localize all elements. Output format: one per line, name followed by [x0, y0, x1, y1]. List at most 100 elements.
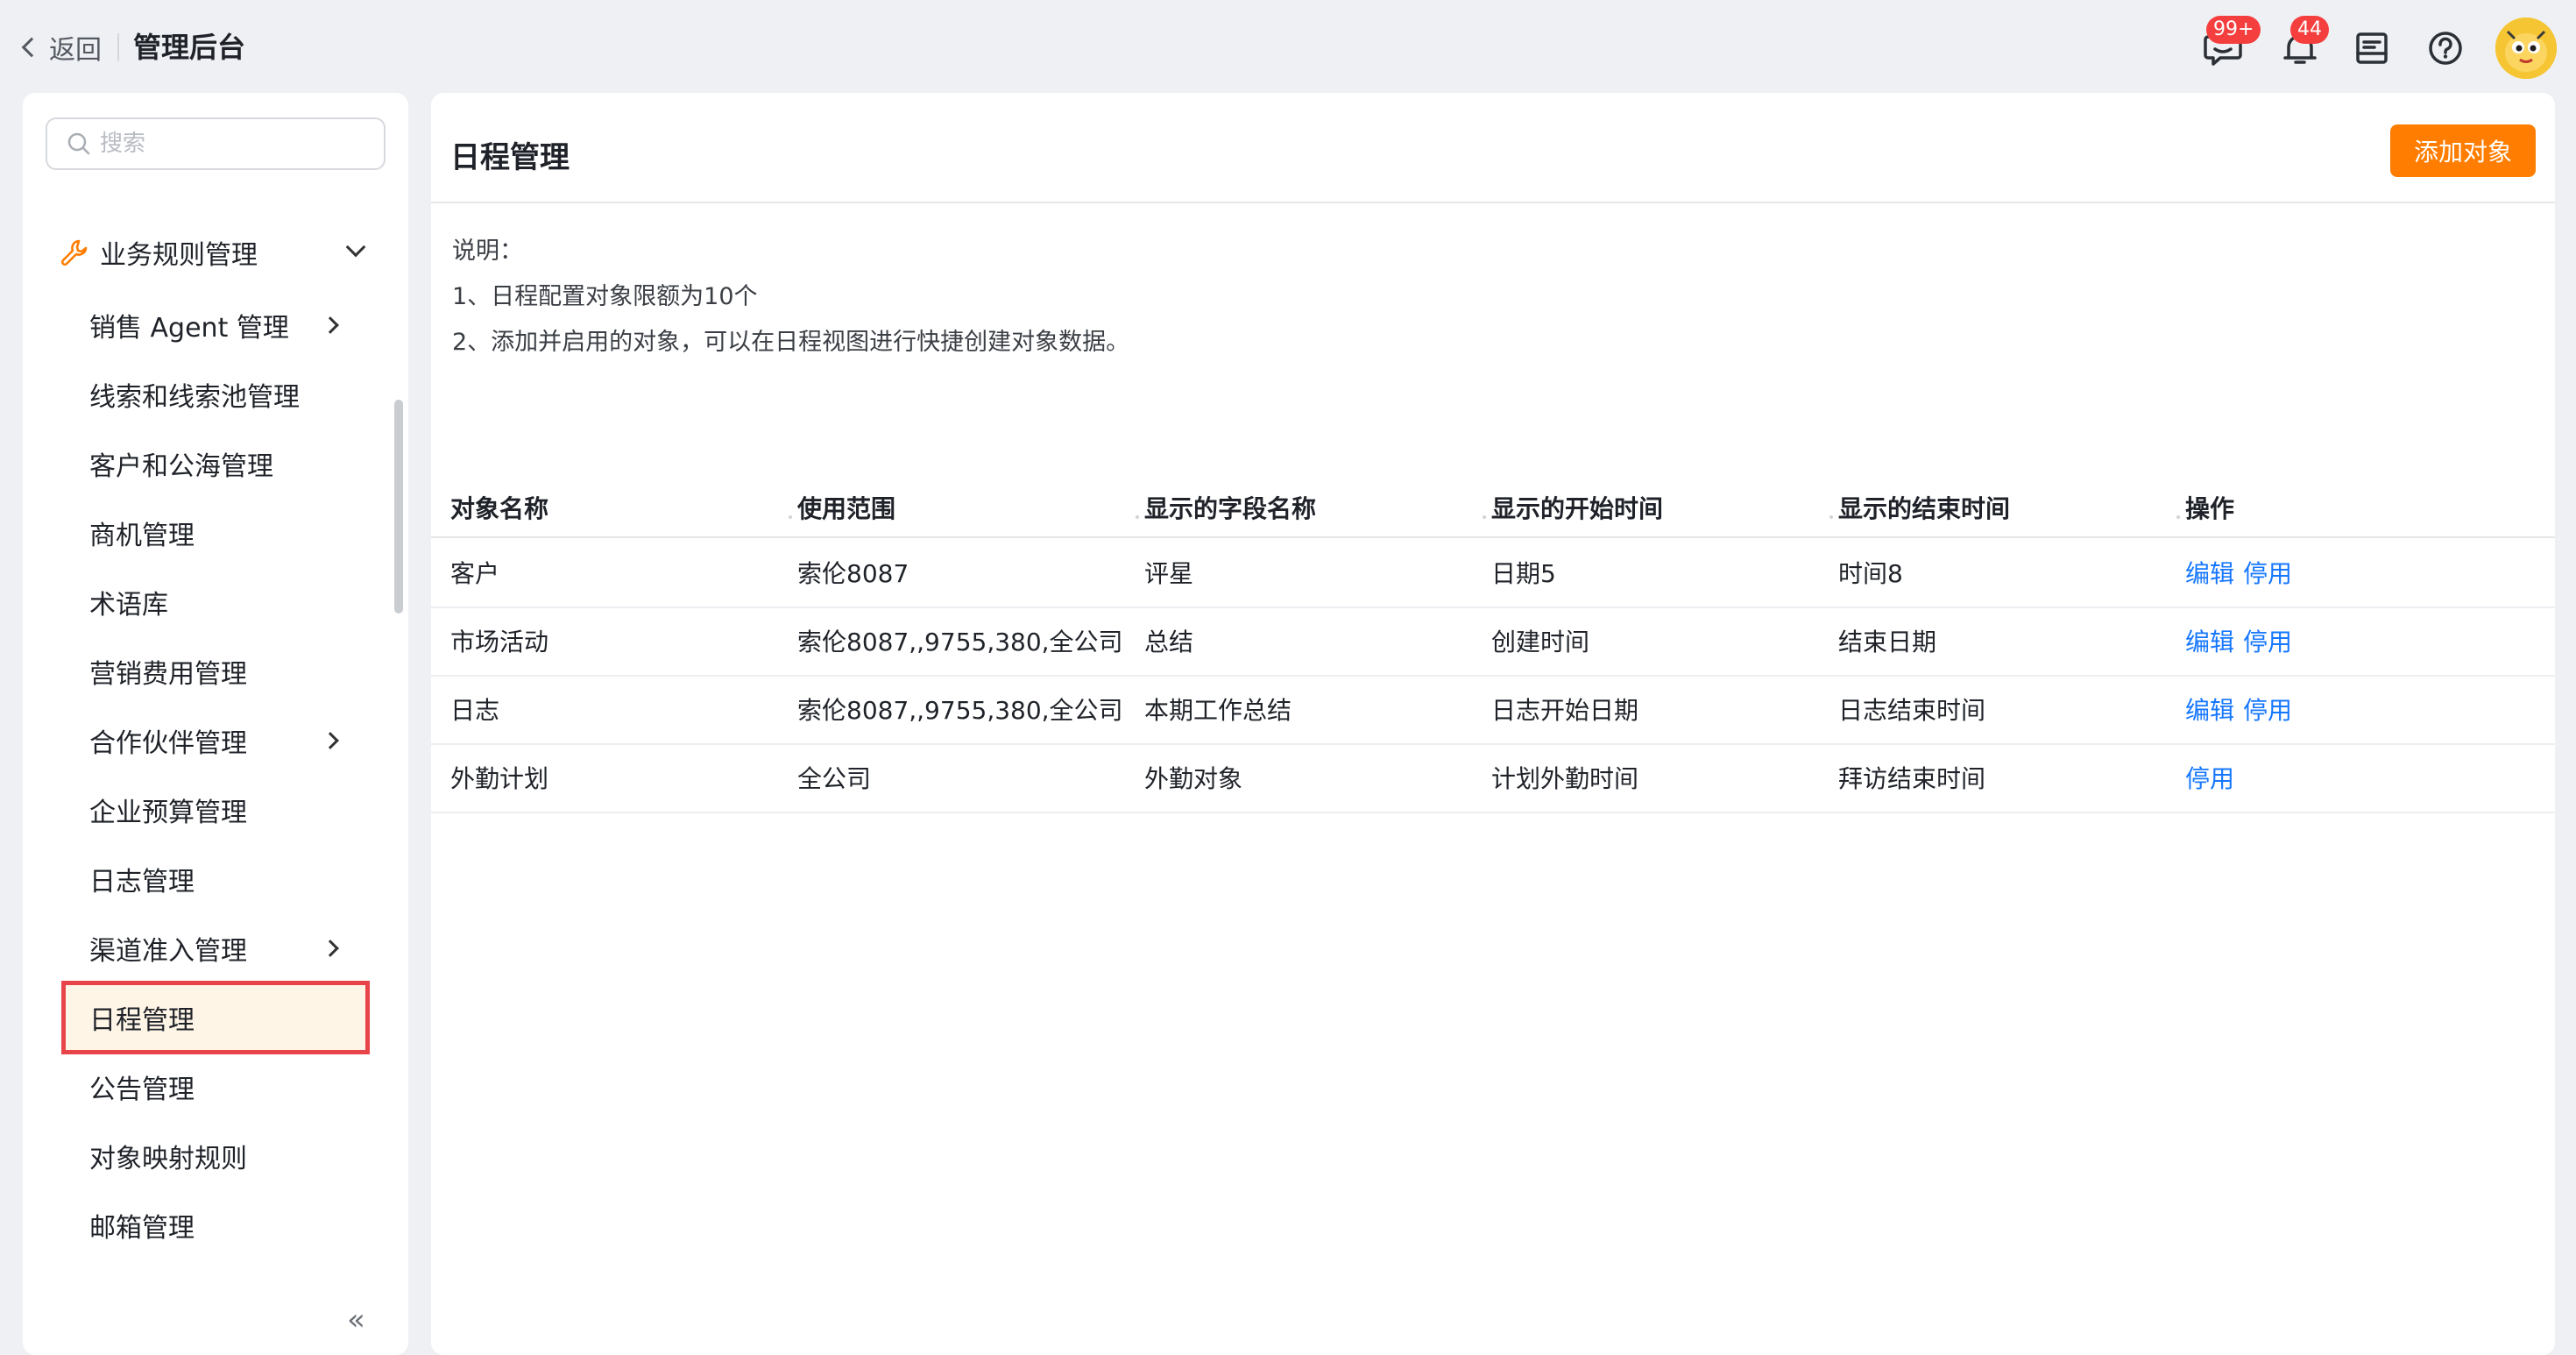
cell-scope: 索伦8087,,9755,380,全公司 [797, 696, 1123, 725]
table-row: 客户 索伦8087 评星 日期5 时间8 编辑 停用 [431, 540, 2555, 608]
cell-name: 市场活动 [450, 628, 549, 656]
menu-item-label: 商机管理 [89, 521, 195, 551]
menu-item-label: 公告管理 [89, 1075, 195, 1105]
cell-field: 外勤对象 [1144, 764, 1243, 793]
table-row: 外勤计划 全公司 外勤对象 计划外勤时间 拜访结束时间 停用 [431, 745, 2555, 813]
menu-item-label: 销售 Agent 管理 [89, 313, 289, 344]
cell-end: 时间8 [1838, 559, 1903, 588]
menu-item-label: 营销费用管理 [89, 659, 247, 690]
question-icon [2429, 32, 2462, 65]
message-button[interactable]: 99+ [2201, 16, 2261, 70]
chevron-left-icon [21, 37, 42, 58]
column-header: 使用范围 [797, 480, 1139, 538]
disable-link[interactable]: 停用 [2243, 559, 2292, 588]
menu-group-label: 业务规则管理 [100, 240, 258, 271]
sidebar-scrollbar[interactable] [394, 400, 403, 614]
search-input[interactable] [100, 131, 363, 157]
edit-link[interactable]: 编辑 [2185, 696, 2234, 725]
menu-item-label: 邮箱管理 [89, 1213, 195, 1244]
table-row: 日志 索伦8087,,9755,380,全公司 本期工作总结 日志开始日期 日志… [431, 677, 2555, 745]
menu-item-label: 日程管理 [89, 1005, 195, 1036]
app-title: 管理后台 [133, 31, 246, 64]
header-divider [431, 202, 2555, 203]
menu-item-label: 术语库 [89, 590, 168, 621]
document-icon [2356, 32, 2388, 64]
edit-link[interactable]: 编辑 [2185, 559, 2234, 588]
column-header: 显示的结束时间 [1838, 480, 2180, 538]
cell-end: 拜访结束时间 [1838, 764, 1986, 793]
column-header: 显示的字段名称 [1144, 480, 1486, 538]
search-box[interactable] [46, 117, 386, 170]
cell-scope: 全公司 [797, 764, 872, 793]
cell-start: 日志开始日期 [1491, 696, 1639, 725]
note-line: 1、日程配置对象限额为10个 [452, 283, 758, 310]
back-label: 返回 [49, 35, 102, 66]
column-header: 对象名称 [450, 480, 792, 538]
menu-item-customers[interactable]: 客户和公海管理 [61, 433, 368, 494]
table-header: 对象名称 使用范围 显示的字段名称 显示的开始时间 显示的结束时间 操作 [431, 480, 2555, 538]
cell-name: 客户 [450, 559, 500, 588]
cell-actions: 编辑 停用 [2185, 608, 2301, 677]
main-panel: 日程管理 添加对象 说明： 1、日程配置对象限额为10个 2、添加并启用的对象，… [431, 93, 2555, 1355]
cell-name: 日志 [450, 696, 500, 725]
double-chevron-left-icon: « [347, 1302, 365, 1337]
column-header: 显示的开始时间 [1491, 480, 1833, 538]
cell-name: 外勤计划 [450, 764, 549, 793]
menu-item-leads[interactable]: 线索和线索池管理 [61, 364, 368, 425]
search-icon [67, 132, 90, 155]
menu-item-opportunities[interactable]: 商机管理 [61, 502, 368, 564]
disable-link[interactable]: 停用 [2243, 696, 2292, 725]
menu-item-label: 线索和线索池管理 [89, 382, 300, 413]
avatar[interactable] [2495, 18, 2557, 79]
menu-item-label: 企业预算管理 [89, 798, 247, 828]
cell-scope: 索伦8087,,9755,380,全公司 [797, 628, 1123, 656]
menu-item-marketing-expense[interactable]: 营销费用管理 [61, 641, 368, 702]
menu-item-label: 客户和公海管理 [89, 451, 273, 482]
cell-actions: 编辑 停用 [2185, 677, 2301, 745]
cell-field: 总结 [1144, 628, 1194, 656]
menu-item-channel-access[interactable]: 渠道准入管理 [61, 918, 368, 979]
chevron-right-icon [322, 732, 339, 749]
cell-start: 日期5 [1491, 559, 1556, 588]
cell-scope: 索伦8087 [797, 559, 909, 588]
menu-item-announcements[interactable]: 公告管理 [61, 1056, 368, 1117]
cell-start: 计划外勤时间 [1491, 764, 1639, 793]
column-header: 操作 [2185, 494, 2235, 523]
menu-item-glossary[interactable]: 术语库 [61, 571, 368, 633]
avatar-icon [2495, 18, 2557, 79]
cell-start: 创建时间 [1491, 628, 1590, 656]
menu-item-label: 日志管理 [89, 867, 195, 897]
collapse-sidebar-button[interactable]: « [347, 1302, 382, 1337]
menu-item-object-mapping[interactable]: 对象映射规则 [61, 1125, 368, 1187]
sidebar: 业务规则管理 销售 Agent 管理 线索和线索池管理 客户和公海管理 商机管理… [23, 93, 408, 1355]
chevron-down-icon [345, 237, 366, 258]
chevron-right-icon [322, 316, 339, 334]
menu-item-mailbox[interactable]: 邮箱管理 [61, 1195, 368, 1256]
title-separator [117, 33, 119, 61]
edit-link[interactable]: 编辑 [2185, 628, 2234, 656]
menu-item-label: 合作伙伴管理 [89, 728, 247, 759]
help-button[interactable] [2424, 26, 2467, 70]
menu-item-partners[interactable]: 合作伙伴管理 [61, 710, 368, 771]
menu-item-budget[interactable]: 企业预算管理 [61, 779, 368, 841]
cell-field: 评星 [1144, 559, 1194, 588]
todo-button[interactable] [2350, 26, 2394, 70]
menu-item-journal[interactable]: 日志管理 [61, 848, 368, 910]
menu-item-label: 对象映射规则 [89, 1144, 247, 1174]
disable-link[interactable]: 停用 [2243, 628, 2292, 656]
note-line: 2、添加并启用的对象，可以在日程视图进行快捷创建对象数据。 [452, 329, 1130, 356]
table-row: 市场活动 索伦8087,,9755,380,全公司 总结 创建时间 结束日期 编… [431, 608, 2555, 677]
top-bar: 返回 管理后台 99+ 44 [0, 0, 2576, 95]
disable-link[interactable]: 停用 [2185, 764, 2234, 793]
cell-field: 本期工作总结 [1144, 696, 1292, 725]
menu-group-business-rules[interactable]: 业务规则管理 [60, 226, 384, 279]
message-badge: 99+ [2206, 16, 2261, 44]
notification-button[interactable]: 44 [2278, 16, 2329, 70]
chevron-right-icon [322, 940, 339, 957]
menu-item-schedule[interactable]: 日程管理 [61, 981, 370, 1054]
back-button[interactable]: 返回 [21, 26, 102, 68]
menu-item-sales-agent[interactable]: 销售 Agent 管理 [61, 294, 368, 356]
menu-item-label: 渠道准入管理 [89, 936, 247, 967]
add-object-button[interactable]: 添加对象 [2390, 124, 2536, 177]
notification-badge: 44 [2290, 16, 2329, 44]
